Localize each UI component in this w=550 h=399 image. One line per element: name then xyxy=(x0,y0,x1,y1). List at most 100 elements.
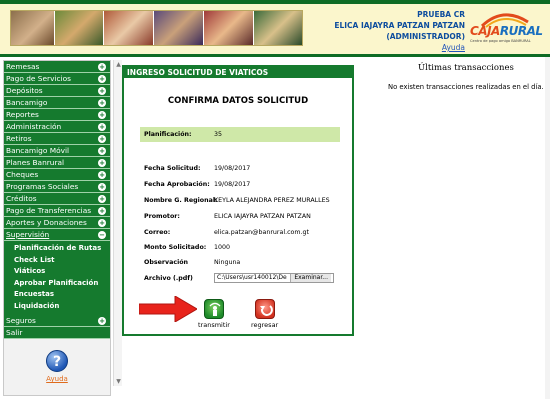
sidebar-item-administracion[interactable]: Administración + xyxy=(4,121,110,133)
field-value: 19/08/2017 xyxy=(214,181,251,188)
recent-transactions-empty: No existen transacciones realizadas en e… xyxy=(388,83,544,91)
back-button-icon[interactable] xyxy=(254,299,275,319)
submenu-item-check-list[interactable]: Check List xyxy=(14,255,110,267)
file-path-input[interactable]: C:\Users\usr140012\De Examinar... xyxy=(214,273,334,283)
sidebar-item-label: Planes Banrural xyxy=(6,158,65,167)
expand-icon: + xyxy=(98,87,106,95)
sidebar-item-label: Reportes xyxy=(6,110,39,119)
field-label: Observación xyxy=(144,259,189,266)
user-name: ELICA IAJAYRA PATZAN PATZAN xyxy=(334,21,465,30)
expand-icon: + xyxy=(98,123,106,131)
header-top-border xyxy=(0,0,550,4)
sidebar-item-pago-transferencias[interactable]: Pago de Transferencias + xyxy=(4,205,110,217)
expand-icon: + xyxy=(98,111,106,119)
sidebar-item-label: Salir xyxy=(6,328,23,337)
field-value: 35 xyxy=(214,131,223,138)
cajarural-logo: CAJARURAL Centro de pago amigo BANRURAL xyxy=(468,8,543,48)
antenna-icon xyxy=(209,302,221,316)
header-bottom-border xyxy=(0,54,550,57)
panel-title: INGRESO SOLICITUD DE VIATICOS xyxy=(124,67,352,78)
monto-row: Monto Solicitado: 1000 xyxy=(140,242,340,253)
sidebar-item-programas-sociales[interactable]: Programas Sociales + xyxy=(4,181,110,193)
sidebar-item-remesas[interactable]: Remesas + xyxy=(4,61,110,73)
sidebar-item-label: Remesas xyxy=(6,62,40,71)
expand-icon: + xyxy=(98,219,106,227)
expand-icon: + xyxy=(98,99,106,107)
user-role: (ADMINISTRADOR) xyxy=(386,32,465,41)
scroll-up-icon[interactable]: ▲ xyxy=(115,61,122,68)
sidebar-item-planes-banrural[interactable]: Planes Banrural + xyxy=(4,157,110,169)
header-help-link[interactable]: Ayuda xyxy=(334,42,465,53)
back-label: regresar xyxy=(251,321,279,329)
expand-icon: + xyxy=(98,63,106,71)
expand-icon: + xyxy=(98,159,106,167)
sidebar-item-salir[interactable]: Salir xyxy=(4,327,110,339)
sidebar-item-creditos[interactable]: Créditos + xyxy=(4,193,110,205)
page-scrollbar[interactable] xyxy=(545,57,550,399)
sidebar-item-seguros[interactable]: Seguros + xyxy=(4,315,110,327)
sidebar-item-label: Aportes y Donaciones xyxy=(6,218,87,227)
field-label: Nombre G. Regional: xyxy=(144,197,218,204)
promotor-row: Promotor: ELICA IAJAYRA PATZAN PATZAN xyxy=(140,211,340,222)
collapse-icon: − xyxy=(98,231,106,239)
sidebar-item-label: Supervisión xyxy=(6,230,50,239)
user-info: PRUEBA CR ELICA IAJAYRA PATZAN PATZAN (A… xyxy=(334,9,465,53)
field-value: elica.patzan@banrural.com.gt xyxy=(214,229,310,236)
archivo-row: Archivo (.pdf) C:\Users\usr140012\De Exa… xyxy=(140,273,340,284)
sidebar-menu: Remesas + Pago de Servicios + Depósitos + B… xyxy=(3,60,111,396)
sidebar-item-supervision[interactable]: Supervisión − xyxy=(4,229,110,241)
submenu-item-liquidacion[interactable]: Liquidación xyxy=(14,301,110,313)
sidebar-help-link[interactable]: Ayuda xyxy=(4,375,110,383)
confirm-heading: CONFIRMA DATOS SOLICITUD xyxy=(167,96,309,106)
environment-label: PRUEBA CR xyxy=(417,10,465,19)
sidebar-item-depositos[interactable]: Depósitos + xyxy=(4,85,110,97)
fecha-solicitud-row: Fecha Solicitud: 19/08/2017 xyxy=(140,163,340,174)
sidebar-item-retiros[interactable]: Retiros + xyxy=(4,133,110,145)
sidebar-item-pago-servicios[interactable]: Pago de Servicios + xyxy=(4,73,110,85)
transmit-label: transmitir xyxy=(198,321,230,329)
field-label: Monto Solicitado: xyxy=(144,244,207,251)
logo-text-main: CAJA xyxy=(470,24,500,38)
field-value: KEYLA ALEJANDRA PEREZ MURALLES xyxy=(214,197,330,204)
expand-icon: + xyxy=(98,195,106,203)
logo-tagline: Centro de pago amigo BANRURAL xyxy=(470,39,531,43)
sidebar-item-label: Cheques xyxy=(6,170,39,179)
submenu-item-aprobar-planificacion[interactable]: Aprobar Planificación xyxy=(14,278,110,290)
sidebar-item-label: Retiros xyxy=(6,134,32,143)
browse-button[interactable]: Examinar... xyxy=(290,274,331,282)
sidebar-help: ? Ayuda xyxy=(4,350,110,383)
transmit-action[interactable]: transmitir xyxy=(198,299,230,329)
submenu-item-viaticos[interactable]: Viáticos xyxy=(14,266,110,278)
back-action[interactable]: regresar xyxy=(251,299,278,329)
sidebar-item-label: Bancamigo Móvil xyxy=(6,146,70,155)
sidebar-item-cheques[interactable]: Cheques + xyxy=(4,169,110,181)
sidebar-scrollbar[interactable]: ▲ ▼ xyxy=(113,60,122,386)
sidebar-item-aportes-donaciones[interactable]: Aportes y Donaciones + xyxy=(4,217,110,229)
field-label: Fecha Aprobación: xyxy=(144,181,210,188)
expand-icon: + xyxy=(98,75,106,83)
sidebar-item-bancamigo-movil[interactable]: Bancamigo Móvil + xyxy=(4,145,110,157)
sidebar-item-label: Pago de Servicios xyxy=(6,74,71,83)
expand-icon: + xyxy=(98,135,106,143)
submenu-item-planificacion-rutas[interactable]: Planificación de Rutas xyxy=(14,243,110,255)
field-value: 19/08/2017 xyxy=(214,165,251,172)
expand-icon: + xyxy=(98,171,106,179)
expand-icon: + xyxy=(98,317,106,325)
sidebar-item-label: Administración xyxy=(6,122,62,131)
sidebar-item-label: Créditos xyxy=(6,194,37,203)
planificacion-row: Planificación: 35 xyxy=(140,127,340,142)
submenu-item-encuestas[interactable]: Encuestas xyxy=(14,289,110,301)
help-question-icon[interactable]: ? xyxy=(46,350,68,372)
sidebar-item-bancamigo[interactable]: Bancamigo + xyxy=(4,97,110,109)
field-label: Fecha Solicitud: xyxy=(144,165,201,172)
field-label: Correo: xyxy=(144,229,171,236)
sidebar-item-label: Pago de Transferencias xyxy=(6,206,92,215)
field-label: Promotor: xyxy=(144,213,180,220)
nombre-regional-row: Nombre G. Regional: KEYLA ALEJANDRA PERE… xyxy=(140,195,340,206)
sidebar-item-reportes[interactable]: Reportes + xyxy=(4,109,110,121)
header-photo-banner xyxy=(10,10,303,46)
field-label: Archivo (.pdf) xyxy=(144,275,193,282)
pointer-arrow-icon xyxy=(139,296,197,322)
scroll-down-icon[interactable]: ▼ xyxy=(115,378,122,385)
transmit-button-icon[interactable] xyxy=(203,299,224,319)
